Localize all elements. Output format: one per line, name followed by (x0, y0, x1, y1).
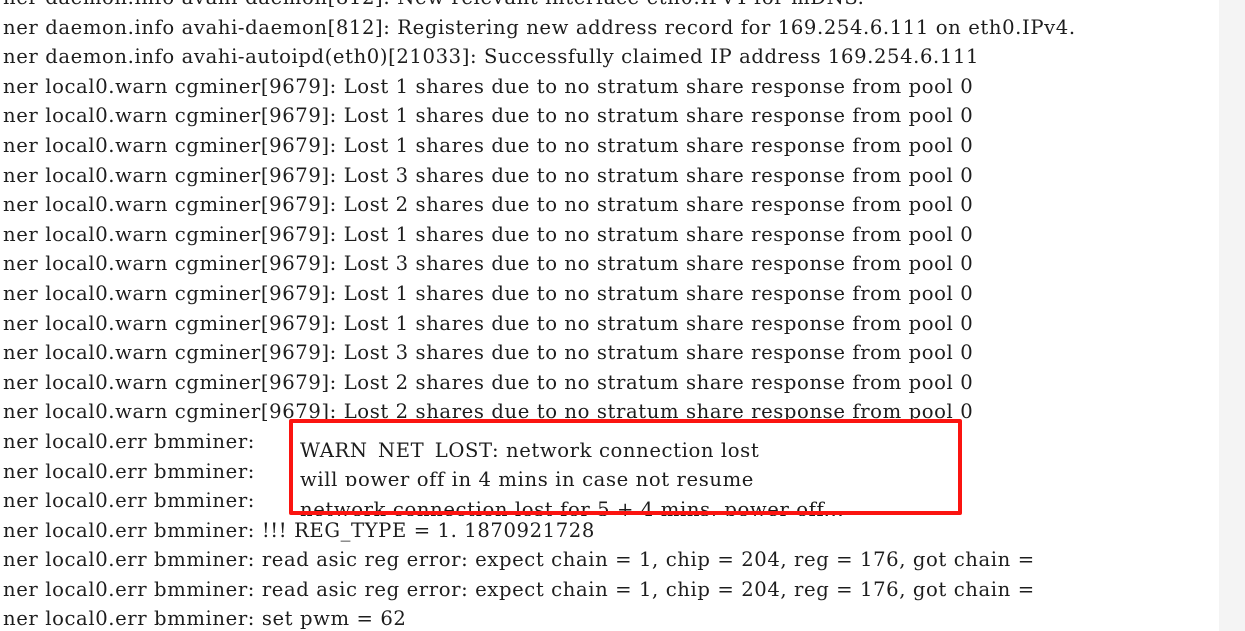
log-line-list: ner daemon.info avahi-daemon[812]: New r… (0, 0, 1218, 631)
log-line-prefix: ner local0.warn cgminer[9679]: (3, 311, 344, 335)
log-line-prefix: ner local0.err bmminer: (3, 489, 255, 513)
log-line-message: read asic reg error: expect chain = 1, c… (261, 548, 1042, 572)
log-line-message: Lost 1 shares due to no stratum share re… (343, 104, 974, 128)
log-line-prefix: ner local0.err bmminer: (3, 607, 262, 631)
log-line: ner daemon.info avahi-daemon[812]: New r… (0, 0, 1218, 13)
log-line-message: Lost 2 shares due to no stratum share re… (343, 193, 974, 217)
log-line: ner local0.warn cgminer[9679]: Lost 1 sh… (0, 279, 1218, 309)
log-line-prefix: ner local0.warn cgminer[9679]: (3, 341, 344, 365)
log-line: ner local0.err bmminer: !!! REG_TYPE = 1… (0, 516, 1218, 546)
log-line-prefix: ner local0.warn cgminer[9679]: (3, 370, 344, 394)
log-line-message: read asic reg error: expect chain = 1, c… (261, 577, 1042, 601)
log-line: ner local0.warn cgminer[9679]: Lost 1 sh… (0, 101, 1218, 131)
log-line-message: Lost 1 shares due to no stratum share re… (343, 222, 974, 246)
log-line-message: Lost 3 shares due to no stratum share re… (343, 252, 974, 276)
log-line-prefix: ner local0.warn cgminer[9679]: (3, 281, 344, 305)
log-viewport[interactable]: ner daemon.info avahi-daemon[812]: New r… (0, 0, 1245, 631)
log-line-prefix: ner local0.warn cgminer[9679]: (3, 252, 344, 276)
log-line-prefix: ner daemon.info avahi-daemon[812]: (3, 15, 398, 39)
log-line: ner daemon.info avahi-daemon[812]: Regis… (0, 13, 1218, 43)
log-line-prefix: ner local0.err bmminer: (3, 429, 255, 453)
log-line-prefix: ner local0.warn cgminer[9679]: (3, 133, 344, 157)
log-line-prefix: ner local0.err bmminer: (3, 548, 262, 572)
log-line: ner local0.warn cgminer[9679]: Lost 3 sh… (0, 249, 1218, 279)
log-line-message: !!! REG_TYPE = 1. 1870921728 (261, 518, 595, 542)
log-line-prefix: ner daemon.info avahi-autoipd(eth0)[2103… (3, 45, 484, 69)
log-line: ner local0.warn cgminer[9679]: Lost 1 sh… (0, 220, 1218, 250)
log-line-message: network connection lost for 5 + 4 mins, … (300, 497, 845, 516)
log-line-message: Lost 1 shares due to no stratum share re… (343, 281, 974, 305)
log-line-message: Lost 2 shares due to no stratum share re… (343, 370, 974, 394)
log-line-prefix: ner local0.err bmminer: (3, 577, 262, 601)
log-line: ner local0.err bmminer: will power off in… (0, 457, 1218, 487)
log-line-message: Lost 1 shares due to no stratum share re… (343, 133, 974, 157)
log-line-prefix: ner local0.warn cgminer[9679]: (3, 193, 344, 217)
log-line: ner local0.warn cgminer[9679]: Lost 2 sh… (0, 190, 1218, 220)
log-line: ner local0.err bmminer: read asic reg er… (0, 575, 1218, 605)
log-line-prefix: ner local0.warn cgminer[9679]: (3, 104, 344, 128)
log-line-prefix: ner local0.err bmminer: (3, 518, 262, 542)
vertical-scroll-gutter[interactable] (1218, 0, 1245, 631)
log-line-prefix: ner local0.err bmminer: (3, 459, 255, 483)
log-line-message: set pwm = 62 (261, 607, 407, 631)
log-line: ner local0.err bmminer: read asic reg er… (0, 545, 1218, 575)
log-line: ner local0.warn cgminer[9679]: Lost 1 sh… (0, 72, 1218, 102)
log-line-message: New relevant interface eth0.IPv4 for mDN… (397, 0, 864, 9)
log-line: ner local0.warn cgminer[9679]: Lost 3 sh… (0, 338, 1218, 368)
log-line-message: Lost 1 shares due to no stratum share re… (343, 311, 974, 335)
log-line-message: Lost 1 shares due to no stratum share re… (343, 74, 974, 98)
log-line-prefix: ner daemon.info avahi-daemon[812]: (3, 0, 397, 9)
log-line-message: Lost 3 shares due to no stratum share re… (343, 341, 974, 365)
log-line: ner daemon.info avahi-autoipd(eth0)[2103… (0, 42, 1218, 72)
log-line-message: Lost 3 shares due to no stratum share re… (343, 163, 974, 187)
log-line-prefix: ner local0.warn cgminer[9679]: (3, 74, 344, 98)
log-line-message: Lost 2 shares due to no stratum share re… (343, 400, 974, 424)
log-line: ner local0.warn cgminer[9679]: Lost 2 sh… (0, 397, 1218, 427)
log-line: ner local0.warn cgminer[9679]: Lost 3 sh… (0, 161, 1218, 191)
log-line: ner local0.err bmminer: set pwm = 62 (0, 604, 1218, 631)
log-line-prefix: ner local0.warn cgminer[9679]: (3, 222, 344, 246)
log-line-prefix: ner local0.warn cgminer[9679]: (3, 400, 344, 424)
log-line: ner local0.warn cgminer[9679]: Lost 1 sh… (0, 131, 1218, 161)
log-line: ner local0.warn cgminer[9679]: Lost 2 sh… (0, 368, 1218, 398)
log-line: ner local0.err bmminer: network connectio… (0, 486, 1218, 516)
log-line: ner local0.warn cgminer[9679]: Lost 1 sh… (0, 309, 1218, 339)
log-line-message: Registering new address record for 169.2… (397, 15, 1076, 39)
log-line: ner local0.err bmminer: WARN_NET_LOST: ne… (0, 427, 1218, 457)
log-line-message: WARN_NET_LOST: network connection lost (300, 438, 760, 457)
log-line-message: will power off in 4 mins in case not res… (300, 468, 754, 487)
log-line-prefix: ner local0.warn cgminer[9679]: (3, 163, 344, 187)
log-line-message: Successfully claimed IP address 169.254.… (483, 45, 980, 69)
